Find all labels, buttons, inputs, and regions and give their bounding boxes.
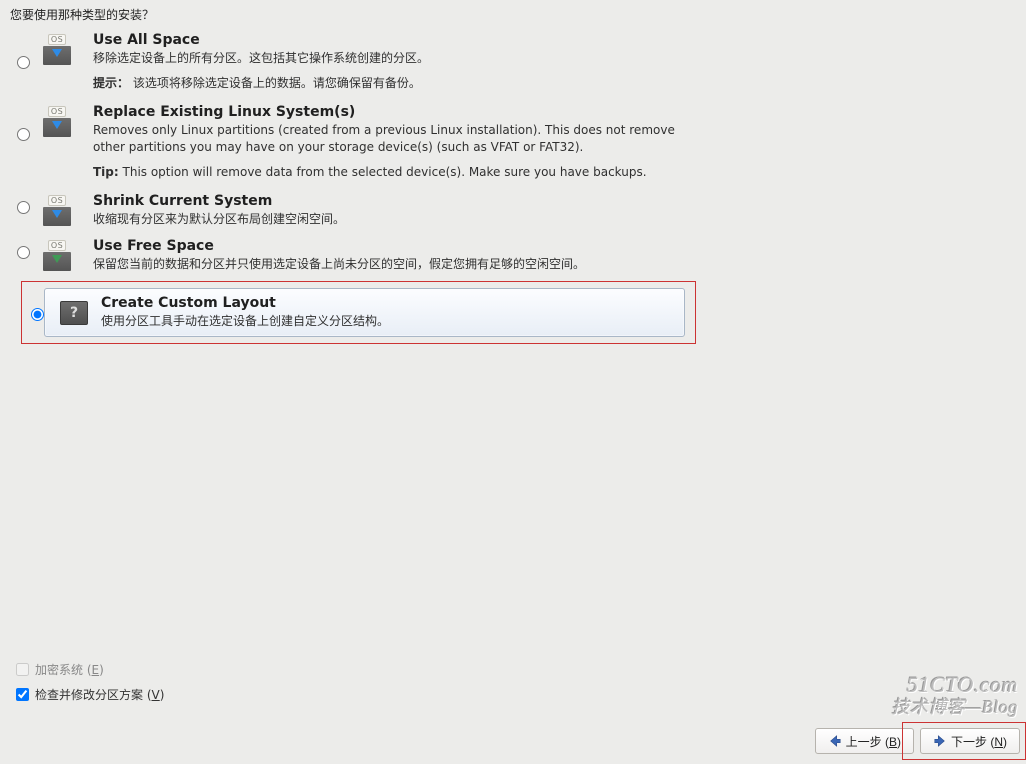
option-create-custom-layout[interactable]: ? Create Custom Layout 使用分区工具手动在选定设备上创建自… <box>44 288 685 337</box>
arrow-left-icon <box>828 734 842 748</box>
option-desc: 使用分区工具手动在选定设备上创建自定义分区结构。 <box>101 313 660 330</box>
option-shrink-current[interactable]: OS Shrink Current System 收缩现有分区来为默认分区布局创… <box>13 191 1016 232</box>
radio-use-all-space[interactable] <box>17 56 30 69</box>
option-desc: 移除选定设备上的所有分区。这包括其它操作系统创建的分区。 <box>93 50 1000 67</box>
option-tip: 提示： 该选项将移除选定设备上的数据。请您确保留有备份。 <box>93 75 1000 92</box>
radio-shrink-current[interactable] <box>17 201 30 214</box>
watermark: 51CTO.com 技术博客—Blog <box>891 674 1018 718</box>
radio-create-custom-layout[interactable] <box>31 308 44 321</box>
back-button[interactable]: 上一步 (B) <box>815 728 914 754</box>
option-use-all-space[interactable]: OS Use All Space 移除选定设备上的所有分区。这包括其它操作系统创… <box>13 30 1016 94</box>
checkbox-review-input[interactable] <box>16 688 29 701</box>
nav-bar: 上一步 (B) 下一步 (N) <box>815 728 1020 754</box>
option-title: Replace Existing Linux System(s) <box>93 104 1000 120</box>
checkbox-encrypt-system[interactable]: 加密系统 (E) <box>12 660 164 679</box>
bottom-checkboxes: 加密系统 (E) 检查并修改分区方案 (V) <box>12 660 164 710</box>
highlight-frame: ? Create Custom Layout 使用分区工具手动在选定设备上创建自… <box>21 281 696 344</box>
disk-icon: OS <box>33 32 81 65</box>
option-desc: Removes only Linux partitions (created f… <box>93 122 693 156</box>
checkbox-encrypt-input[interactable] <box>16 663 29 676</box>
option-title: Use All Space <box>93 32 1000 48</box>
disk-icon: OS <box>33 238 81 271</box>
unknown-icon: ? <box>53 295 95 325</box>
option-use-free-space[interactable]: OS Use Free Space 保留您当前的数据和分区并只使用选定设备上尚未… <box>13 236 1016 277</box>
option-desc: 保留您当前的数据和分区并只使用选定设备上尚未分区的空间，假定您拥有足够的空闲空间… <box>93 256 1000 273</box>
radio-replace-linux[interactable] <box>17 128 30 141</box>
disk-icon: OS <box>33 193 81 226</box>
option-desc: 收缩现有分区来为默认分区布局创建空闲空间。 <box>93 211 1000 228</box>
option-title: Use Free Space <box>93 238 1000 254</box>
option-replace-linux[interactable]: OS Replace Existing Linux System(s) Remo… <box>13 102 1016 183</box>
arrow-right-icon <box>933 734 947 748</box>
option-title: Shrink Current System <box>93 193 1000 209</box>
radio-use-free-space[interactable] <box>17 246 30 259</box>
next-button[interactable]: 下一步 (N) <box>920 728 1020 754</box>
option-title: Create Custom Layout <box>101 295 660 311</box>
disk-icon: OS <box>33 104 81 137</box>
page-heading: 您要使用那种类型的安装？ <box>10 6 154 23</box>
option-tip: Tip: This option will remove data from t… <box>93 164 1000 181</box>
install-type-options: OS Use All Space 移除选定设备上的所有分区。这包括其它操作系统创… <box>13 30 1016 281</box>
checkbox-review-partitions[interactable]: 检查并修改分区方案 (V) <box>12 685 164 704</box>
